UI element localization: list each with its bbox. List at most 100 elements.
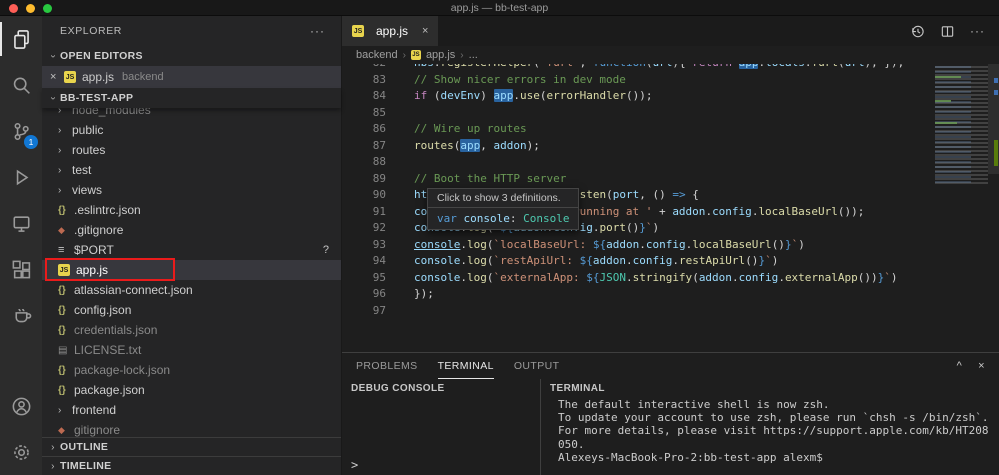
- tree-item-label: views: [72, 183, 102, 197]
- explorer-sidebar: EXPLORER ··· › OPEN EDITORS × JS app.js …: [42, 16, 341, 475]
- debug-console-prompt[interactable]: >: [351, 458, 358, 472]
- run-debug-activity-button[interactable]: [0, 154, 42, 200]
- tree-item-license-txt[interactable]: ▤LICENSE.txt: [42, 340, 341, 360]
- git-file-icon: ◆: [58, 425, 74, 436]
- tree-item-package-lock-json[interactable]: {}package-lock.json: [42, 360, 341, 380]
- breadcrumb-symbol[interactable]: ...: [469, 49, 478, 61]
- tree-item-label: package.json: [74, 383, 145, 397]
- split-editor-icon[interactable]: [940, 24, 955, 39]
- json-file-icon: {}: [58, 325, 74, 336]
- code-line[interactable]: 95console.log(`externalApp: ${JSON.strin…: [342, 270, 999, 287]
- panel-tab-terminal[interactable]: TERMINAL: [438, 353, 494, 379]
- timeline-section-header[interactable]: › TIMELINE: [42, 456, 341, 475]
- tab-appjs[interactable]: JS app.js ×: [342, 16, 438, 46]
- code-line[interactable]: 87routes(app, addon);: [342, 138, 999, 155]
- js-file-icon: JS: [352, 25, 364, 37]
- tree-item-package-json[interactable]: {}package.json: [42, 380, 341, 400]
- definition-hover-tooltip[interactable]: Click to show 3 definitions. var console…: [427, 188, 579, 230]
- scm-changes-badge: 1: [24, 135, 38, 149]
- account-activity-button[interactable]: [0, 383, 42, 429]
- remote-explorer-activity-button[interactable]: [0, 200, 42, 246]
- close-panel-icon[interactable]: ×: [978, 360, 985, 372]
- tree-item-app-js[interactable]: JSapp.js: [42, 260, 341, 280]
- code-line[interactable]: 89// Boot the HTTP server: [342, 171, 999, 188]
- zoom-window-button[interactable]: [43, 4, 52, 13]
- overview-ruler-scrollbar[interactable]: [988, 64, 999, 352]
- tooltip-hint: Click to show 3 definitions.: [428, 189, 578, 208]
- chevron-right-icon: ›: [58, 185, 72, 196]
- tree-item-config-json[interactable]: {}config.json: [42, 300, 341, 320]
- breadcrumb-folder[interactable]: backend: [356, 49, 398, 61]
- timeline-history-icon[interactable]: [910, 24, 925, 39]
- tree-item--port[interactable]: ≡$PORT?: [42, 240, 341, 260]
- settings-icon: [11, 442, 32, 463]
- tree-item-label: .eslintrc.json: [74, 203, 141, 217]
- close-editor-icon[interactable]: ×: [50, 71, 64, 83]
- line-number: 85: [342, 105, 386, 122]
- tree-item--gitignore[interactable]: ◆.gitignore: [42, 220, 341, 240]
- code-editor[interactable]: 82hbs.registerHelper('furl', function(ur…: [342, 64, 999, 352]
- line-number: 93: [342, 237, 386, 254]
- tree-item-label: LICENSE.txt: [74, 343, 141, 357]
- open-editor-item-appjs[interactable]: × JS app.js backend: [42, 66, 341, 88]
- explorer-icon: [11, 29, 32, 50]
- source-control-activity-button[interactable]: 1: [0, 108, 42, 154]
- line-number: 90: [342, 187, 386, 204]
- coffee-activity-button[interactable]: [0, 292, 42, 338]
- extensions-activity-button[interactable]: [0, 246, 42, 292]
- code-line[interactable]: 86// Wire up routes: [342, 121, 999, 138]
- json-file-icon: {}: [58, 385, 74, 396]
- code-line[interactable]: 93console.log(`localBaseUrl: ${addon.con…: [342, 237, 999, 254]
- code-text: if (devEnv) app.use(errorHandler());: [414, 88, 652, 105]
- code-text: });: [414, 286, 434, 303]
- debug-console-pane[interactable]: DEBUG CONSOLE >: [342, 379, 541, 475]
- outline-label: OUTLINE: [60, 441, 108, 453]
- line-number: 86: [342, 121, 386, 138]
- code-line[interactable]: 82hbs.registerHelper('furl', function(ur…: [342, 64, 999, 72]
- code-line[interactable]: 94console.log(`restApiUrl: ${addon.confi…: [342, 253, 999, 270]
- close-window-button[interactable]: [9, 4, 18, 13]
- code-line[interactable]: 96});: [342, 286, 999, 303]
- code-line[interactable]: 97: [342, 303, 999, 320]
- terminal-output[interactable]: The default interactive shell is now zsh…: [541, 397, 999, 464]
- settings-activity-button[interactable]: [0, 429, 42, 475]
- chevron-right-icon: ›: [58, 145, 72, 156]
- more-actions-icon[interactable]: ···: [970, 24, 985, 38]
- tree-item-public[interactable]: ›public: [42, 120, 341, 140]
- search-activity-button[interactable]: [0, 62, 42, 108]
- tree-item-views[interactable]: ›views: [42, 180, 341, 200]
- panel-tab-output[interactable]: OUTPUT: [514, 353, 560, 379]
- minimap[interactable]: [935, 66, 988, 316]
- code-line[interactable]: 83// Show nicer errors in dev mode: [342, 72, 999, 89]
- code-line[interactable]: 88: [342, 154, 999, 171]
- open-editors-header[interactable]: › OPEN EDITORS: [42, 46, 341, 66]
- terminal-line: For more details, please visit https://s…: [558, 424, 999, 437]
- tree-item-routes[interactable]: ›routes: [42, 140, 341, 160]
- breadcrumb-file[interactable]: app.js: [426, 49, 455, 61]
- terminal-header[interactable]: TERMINAL: [541, 379, 999, 397]
- tree-item-node-modules[interactable]: ›node_modules: [42, 108, 341, 120]
- sidebar-title-row: EXPLORER ···: [42, 16, 341, 46]
- panel-tab-problems[interactable]: PROBLEMS: [356, 353, 418, 379]
- account-icon: [11, 396, 32, 417]
- tree-item-frontend[interactable]: ›frontend: [42, 400, 341, 420]
- js-file-icon: JS: [411, 50, 421, 60]
- maximize-panel-icon[interactable]: ^: [957, 360, 963, 372]
- outline-section-header[interactable]: › OUTLINE: [42, 437, 341, 456]
- close-tab-icon[interactable]: ×: [422, 25, 428, 37]
- code-line[interactable]: 84if (devEnv) app.use(errorHandler());: [342, 88, 999, 105]
- terminal-line: Alexeys-MacBook-Pro-2:bb-test-app alexm$: [558, 451, 999, 464]
- terminal-pane[interactable]: TERMINAL The default interactive shell i…: [541, 379, 999, 475]
- tree-item--eslintrc-json[interactable]: {}.eslintrc.json: [42, 200, 341, 220]
- minimize-window-button[interactable]: [26, 4, 35, 13]
- line-number: 92: [342, 220, 386, 237]
- debug-console-header[interactable]: DEBUG CONSOLE: [342, 379, 540, 397]
- code-line[interactable]: 85: [342, 105, 999, 122]
- tree-item-credentials-json[interactable]: {}credentials.json: [42, 320, 341, 340]
- explorer-activity-button[interactable]: [0, 16, 42, 62]
- tree-item-test[interactable]: ›test: [42, 160, 341, 180]
- workspace-header[interactable]: › BB-TEST-APP: [42, 88, 341, 108]
- tree-item-gitignore[interactable]: ◆gitignore: [42, 420, 341, 437]
- explorer-more-actions-icon[interactable]: ···: [310, 24, 325, 38]
- tree-item-atlassian-connect-json[interactable]: {}atlassian-connect.json: [42, 280, 341, 300]
